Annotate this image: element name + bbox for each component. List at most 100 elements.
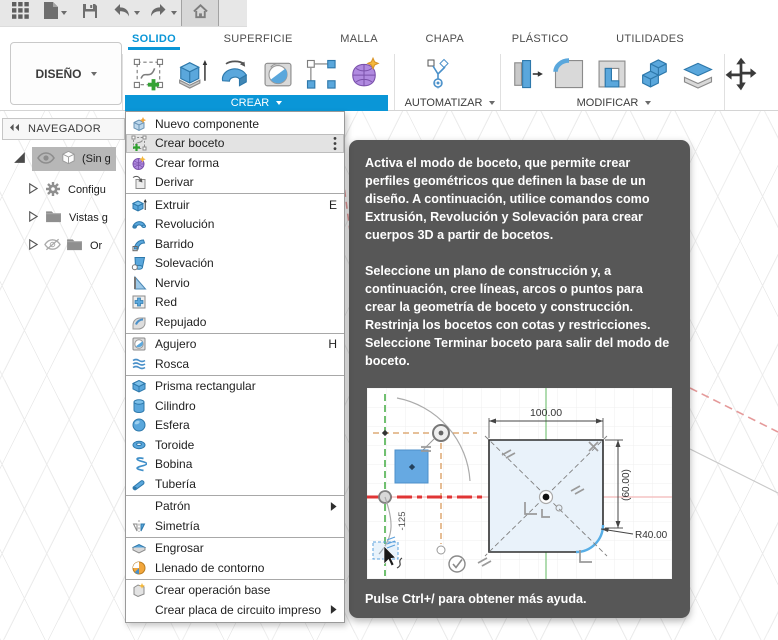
coil-icon xyxy=(131,456,148,472)
thread-icon xyxy=(131,356,148,372)
menu-item-label: Crear operación base xyxy=(155,583,271,598)
caret-down-icon xyxy=(61,11,67,15)
combine-tool[interactable] xyxy=(635,54,675,94)
menu-item-repujado[interactable]: Repujado xyxy=(126,312,344,332)
tab-malla[interactable]: MALLA xyxy=(336,30,382,50)
menu-item-nuevo-componente[interactable]: Nuevo componente xyxy=(126,114,344,134)
design-workspace-button[interactable]: DISEÑO xyxy=(10,42,122,105)
extrude-tool[interactable] xyxy=(172,54,212,94)
new-component-icon xyxy=(131,116,148,132)
menu-item-tuberia[interactable]: Tubería xyxy=(126,474,344,494)
menu-item-crear-placa-de-circuito-impreso[interactable]: Crear placa de circuito impreso xyxy=(126,600,344,620)
menu-item-rosca[interactable]: Rosca xyxy=(126,354,344,374)
tree-item-origen[interactable]: Or xyxy=(26,234,102,258)
eye-icon[interactable] xyxy=(37,151,55,167)
offset-dimension-label: -125 xyxy=(397,511,408,530)
menu-separator xyxy=(126,193,344,194)
scripts-tool[interactable] xyxy=(418,54,458,94)
menu-item-solevacion[interactable]: Solevación xyxy=(126,254,344,274)
menu-item-label: Patrón xyxy=(155,499,191,514)
save-button[interactable] xyxy=(76,0,104,26)
menu-item-simetria[interactable]: Simetría xyxy=(126,516,344,536)
shell-tool[interactable] xyxy=(592,54,632,94)
expander-closed-icon[interactable] xyxy=(26,238,39,254)
home-view-button[interactable] xyxy=(181,0,219,26)
menu-item-nervio[interactable]: Nervio xyxy=(126,273,344,293)
tree-item-configuracion[interactable]: Configu xyxy=(26,178,106,202)
blank-icon xyxy=(131,498,148,514)
hole-s-icon xyxy=(131,336,148,352)
menu-item-crear-operacion-base[interactable]: Crear operación base xyxy=(126,581,344,601)
menu-item-label: Cilindro xyxy=(155,398,196,413)
menu-item-label: Engrosar xyxy=(155,541,204,556)
form-icon xyxy=(131,155,148,171)
boundary-fill-icon xyxy=(131,560,148,576)
menu-item-crear-boceto[interactable]: Crear boceto xyxy=(126,133,344,153)
menu-item-label: Nuevo componente xyxy=(155,116,260,131)
hole-tool[interactable] xyxy=(258,54,298,94)
menu-item-label: Barrido xyxy=(155,236,194,251)
menu-item-derivar[interactable]: Derivar xyxy=(126,173,344,193)
automatizar-group-label: AUTOMATIZAR xyxy=(404,97,483,109)
expander-open-icon[interactable] xyxy=(12,150,27,168)
tree-item-vistas[interactable]: Vistas g xyxy=(26,206,108,230)
eye-hidden-icon[interactable] xyxy=(44,238,61,254)
automatizar-group-button[interactable]: AUTOMATIZAR xyxy=(396,95,504,111)
box-icon xyxy=(131,378,148,394)
fusion-window: SOLIDO SUPERFICIE MALLA CHAPA PLÁSTICO UTILID… xyxy=(0,0,778,640)
tree-item-document[interactable]: (Sin g xyxy=(12,147,116,171)
create-form-tool[interactable] xyxy=(344,54,384,94)
tab-utilidades[interactable]: UTILIDADES xyxy=(612,30,688,50)
navigator-title: NAVEGADOR xyxy=(28,123,102,135)
tooltip-paragraph: Activa el modo de boceto, que permite cr… xyxy=(365,156,650,242)
redo-button[interactable] xyxy=(144,0,182,26)
tab-plastico[interactable]: PLÁSTICO xyxy=(508,30,573,50)
modificar-group-button[interactable]: MODIFICAR xyxy=(506,95,722,111)
file-menu-button[interactable] xyxy=(37,0,73,26)
menu-item-label: Derivar xyxy=(155,175,194,190)
crear-group-button[interactable]: CREAR xyxy=(125,95,388,111)
gear-icon xyxy=(45,181,61,200)
menu-item-label: Prisma rectangular xyxy=(155,379,256,394)
tree-item-selection: (Sin g xyxy=(32,147,116,171)
menu-item-prisma-rectangular[interactable]: Prisma rectangular xyxy=(126,377,344,397)
menu-item-toroide[interactable]: Toroide xyxy=(126,435,344,455)
revolve-tool[interactable] xyxy=(215,54,255,94)
app-grid-icon xyxy=(11,2,29,24)
move-copy-tool[interactable] xyxy=(721,54,761,94)
menu-item-barrido[interactable]: Barrido xyxy=(126,234,344,254)
menu-item-patron[interactable]: Patrón xyxy=(126,497,344,517)
menu-item-shortcut: E xyxy=(328,197,337,212)
menu-item-bobina[interactable]: Bobina xyxy=(126,455,344,475)
menu-item-extruir[interactable]: Extruir E xyxy=(126,195,344,215)
expander-closed-icon[interactable] xyxy=(26,210,39,226)
menu-item-llenado-de-contorno[interactable]: Llenado de contorno xyxy=(126,558,344,578)
menu-item-red[interactable]: Red xyxy=(126,293,344,313)
menu-item-cilindro[interactable]: Cilindro xyxy=(126,396,344,416)
menu-item-esfera[interactable]: Esfera xyxy=(126,416,344,436)
menu-separator xyxy=(126,536,344,538)
expander-closed-icon[interactable] xyxy=(26,182,39,198)
tab-superficie[interactable]: SUPERFICIE xyxy=(220,30,297,50)
menu-item-revolucion[interactable]: Revolución xyxy=(126,215,344,235)
tab-solido[interactable]: SOLIDO xyxy=(128,30,180,50)
tooltip-footer: Pulse Ctrl+/ para obtener más ayuda. xyxy=(365,592,587,606)
undo-button[interactable] xyxy=(107,0,145,26)
menu-item-engrosar[interactable]: Engrosar xyxy=(126,539,344,559)
menu-item-crear-forma[interactable]: Crear forma xyxy=(126,153,344,173)
crear-tools xyxy=(129,53,384,95)
fillet-tool[interactable] xyxy=(549,54,589,94)
tab-chapa[interactable]: CHAPA xyxy=(421,30,468,50)
navigator-header[interactable]: NAVEGADOR xyxy=(2,118,125,140)
collapse-left-icon xyxy=(9,123,20,135)
split-body-tool[interactable] xyxy=(678,54,718,94)
press-pull-tool[interactable] xyxy=(506,54,546,94)
app-grid-button[interactable] xyxy=(6,0,34,26)
menu-item-agujero[interactable]: Agujero H xyxy=(126,335,344,355)
create-sketch-tool[interactable] xyxy=(129,54,169,94)
navigator-tree: (Sin g Configu Vistas g Or xyxy=(0,140,125,270)
pattern-tool[interactable] xyxy=(301,54,341,94)
menu-item-label: Repujado xyxy=(155,314,207,329)
base-feature-icon xyxy=(131,582,148,598)
menu-item-label: Red xyxy=(155,295,178,310)
